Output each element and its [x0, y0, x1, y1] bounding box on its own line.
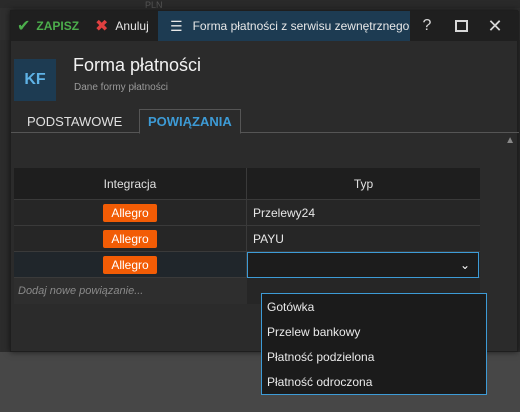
maximize-icon — [454, 20, 468, 32]
dropdown-option[interactable]: Gotówka — [262, 294, 486, 319]
save-label: ZAPISZ — [36, 19, 80, 33]
integration-cell: Allegro — [14, 200, 247, 225]
integration-cell: Allegro — [14, 252, 247, 277]
cancel-label: Anuluj — [115, 19, 149, 33]
type-dropdown-list: Gotówka Przelew bankowy Płatność podziel… — [261, 293, 487, 395]
maximize-button[interactable] — [444, 11, 478, 41]
window-title: Forma płatności z serwisu zewnętrznego — [192, 19, 410, 33]
help-button[interactable]: ? — [410, 11, 444, 41]
dialog-header: KF Forma płatności Dane formy płatności — [11, 41, 519, 111]
type-cell[interactable]: Przelewy24 — [247, 200, 480, 225]
background-text: PLN — [145, 0, 163, 10]
type-select[interactable]: ⌄ — [247, 252, 479, 278]
grid-header: Integracja Typ — [14, 168, 480, 200]
page-title: Forma płatności — [73, 55, 202, 75]
dropdown-option[interactable]: Płatność odroczona — [262, 369, 486, 394]
dropdown-option[interactable]: Przelew bankowy — [262, 319, 486, 344]
integration-badge: Allegro — [103, 229, 157, 248]
menu-icon: ☰ — [170, 17, 183, 34]
column-header-type[interactable]: Typ — [247, 168, 480, 200]
new-link-placeholder[interactable]: Dodaj nowe powiązanie... — [14, 278, 247, 304]
chevron-down-icon: ⌄ — [459, 258, 470, 272]
save-button[interactable]: ✔ ZAPISZ — [17, 11, 79, 41]
tab-bar: PODSTAWOWE POWIĄZANIA — [11, 107, 519, 134]
help-icon: ? — [422, 17, 432, 34]
dialog-titlebar: ✔ ZAPISZ ✖ Anuluj ☰ Forma płatności z se… — [11, 11, 519, 41]
check-icon: ✔ — [17, 18, 31, 35]
integration-badge: Allegro — [103, 255, 157, 274]
tab-powiazania[interactable]: POWIĄZANIA — [139, 109, 241, 134]
avatar: KF — [14, 59, 56, 101]
cancel-button[interactable]: ✖ Anuluj — [95, 11, 149, 41]
tab-podstawowe[interactable]: PODSTAWOWE — [21, 109, 128, 133]
table-row-editing[interactable]: Allegro ⌄ — [14, 252, 480, 278]
scroll-up-icon[interactable]: ▲ — [505, 135, 515, 146]
background-top-strip: PLN — [0, 0, 520, 10]
type-cell[interactable]: PAYU — [247, 226, 480, 251]
table-row[interactable]: Allegro PAYU — [14, 226, 480, 252]
column-header-integration[interactable]: Integracja — [14, 168, 247, 200]
window-title-tab: ☰ Forma płatności z serwisu zewnętrznego — [158, 11, 410, 41]
x-icon: ✖ — [95, 18, 109, 35]
integration-cell: Allegro — [14, 226, 247, 251]
integration-badge: Allegro — [103, 203, 157, 222]
close-icon: ✕ — [487, 15, 503, 36]
table-row[interactable]: Allegro Przelewy24 — [14, 200, 480, 226]
close-button[interactable]: ✕ — [478, 11, 512, 41]
links-grid: Integracja Typ Allegro Przelewy24 Allegr… — [14, 168, 480, 304]
dropdown-option[interactable]: Płatność podzielona — [262, 344, 486, 369]
page-subtitle: Dane formy płatności — [74, 82, 168, 93]
